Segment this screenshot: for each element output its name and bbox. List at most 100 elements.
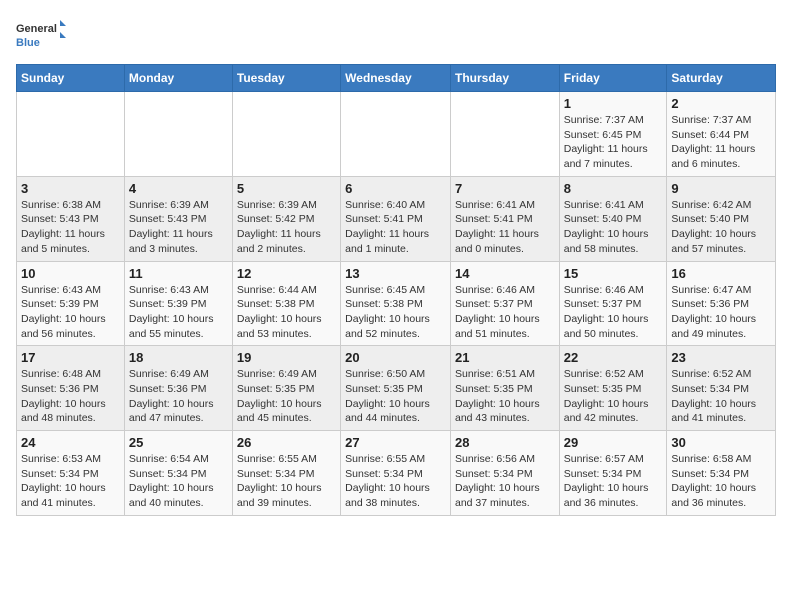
day-info: Sunrise: 6:48 AM Sunset: 5:36 PM Dayligh… [21, 367, 120, 426]
day-number: 26 [237, 435, 336, 450]
day-number: 23 [671, 350, 771, 365]
day-number: 11 [129, 266, 228, 281]
day-header-tuesday: Tuesday [232, 65, 340, 92]
calendar-cell [450, 92, 559, 177]
day-number: 28 [455, 435, 555, 450]
calendar-cell: 5 Sunrise: 6:39 AM Sunset: 5:42 PM Daylig… [232, 176, 340, 261]
day-info: Sunrise: 6:46 AM Sunset: 5:37 PM Dayligh… [564, 283, 663, 342]
day-number: 12 [237, 266, 336, 281]
day-number: 3 [21, 181, 120, 196]
calendar-cell [341, 92, 451, 177]
day-header-thursday: Thursday [450, 65, 559, 92]
calendar-cell: 29 Sunrise: 6:57 AM Sunset: 5:34 PM Dayli… [559, 431, 667, 516]
day-number: 1 [564, 96, 663, 111]
day-info: Sunrise: 6:45 AM Sunset: 5:38 PM Dayligh… [345, 283, 446, 342]
day-number: 8 [564, 181, 663, 196]
day-info: Sunrise: 6:55 AM Sunset: 5:34 PM Dayligh… [237, 452, 336, 511]
calendar-cell: 20 Sunrise: 6:50 AM Sunset: 5:35 PM Dayli… [341, 346, 451, 431]
day-number: 13 [345, 266, 446, 281]
day-info: Sunrise: 6:55 AM Sunset: 5:34 PM Dayligh… [345, 452, 446, 511]
calendar-cell: 14Sunrise: 6:46 AM Sunset: 5:37 PM Dayli… [450, 261, 559, 346]
calendar-cell: 6 Sunrise: 6:40 AM Sunset: 5:41 PM Daylig… [341, 176, 451, 261]
day-header-wednesday: Wednesday [341, 65, 451, 92]
calendar-cell: 21Sunrise: 6:51 AM Sunset: 5:35 PM Dayli… [450, 346, 559, 431]
day-info: Sunrise: 6:47 AM Sunset: 5:36 PM Dayligh… [671, 283, 771, 342]
day-number: 19 [237, 350, 336, 365]
week-row-5: 24 Sunrise: 6:53 AM Sunset: 5:34 PM Dayli… [17, 431, 776, 516]
calendar-cell: 4Sunrise: 6:39 AM Sunset: 5:43 PM Daylig… [124, 176, 232, 261]
day-info: Sunrise: 6:39 AM Sunset: 5:42 PM Dayligh… [237, 198, 336, 257]
day-number: 18 [129, 350, 228, 365]
day-number: 14 [455, 266, 555, 281]
svg-text:Blue: Blue [16, 37, 40, 49]
calendar-cell: 19 Sunrise: 6:49 AM Sunset: 5:35 PM Dayli… [232, 346, 340, 431]
day-number: 5 [237, 181, 336, 196]
calendar-cell: 24 Sunrise: 6:53 AM Sunset: 5:34 PM Dayli… [17, 431, 125, 516]
page-header: General Blue [16, 16, 776, 56]
day-info: Sunrise: 6:41 AM Sunset: 5:41 PM Dayligh… [455, 198, 555, 257]
calendar-cell: 10Sunrise: 6:43 AM Sunset: 5:39 PM Dayli… [17, 261, 125, 346]
week-row-3: 10Sunrise: 6:43 AM Sunset: 5:39 PM Dayli… [17, 261, 776, 346]
day-number: 29 [564, 435, 663, 450]
day-header-monday: Monday [124, 65, 232, 92]
week-row-1: 1 Sunrise: 7:37 AM Sunset: 6:45 PM Daylig… [17, 92, 776, 177]
calendar-table: SundayMondayTuesdayWednesdayThursdayFrid… [16, 64, 776, 516]
day-number: 7 [455, 181, 555, 196]
day-number: 24 [21, 435, 120, 450]
calendar-cell: 22 Sunrise: 6:52 AM Sunset: 5:35 PM Dayli… [559, 346, 667, 431]
calendar-cell: 12 Sunrise: 6:44 AM Sunset: 5:38 PM Dayli… [232, 261, 340, 346]
day-info: Sunrise: 6:54 AM Sunset: 5:34 PM Dayligh… [129, 452, 228, 511]
day-header-friday: Friday [559, 65, 667, 92]
day-info: Sunrise: 6:52 AM Sunset: 5:34 PM Dayligh… [671, 367, 771, 426]
calendar-cell: 11Sunrise: 6:43 AM Sunset: 5:39 PM Dayli… [124, 261, 232, 346]
day-number: 9 [671, 181, 771, 196]
calendar-cell: 8Sunrise: 6:41 AM Sunset: 5:40 PM Daylig… [559, 176, 667, 261]
day-number: 2 [671, 96, 771, 111]
day-number: 6 [345, 181, 446, 196]
day-info: Sunrise: 6:49 AM Sunset: 5:36 PM Dayligh… [129, 367, 228, 426]
day-header-sunday: Sunday [17, 65, 125, 92]
day-header-saturday: Saturday [667, 65, 776, 92]
day-info: Sunrise: 6:57 AM Sunset: 5:34 PM Dayligh… [564, 452, 663, 511]
day-number: 17 [21, 350, 120, 365]
day-info: Sunrise: 6:44 AM Sunset: 5:38 PM Dayligh… [237, 283, 336, 342]
calendar-cell: 28 Sunrise: 6:56 AM Sunset: 5:34 PM Dayli… [450, 431, 559, 516]
day-info: Sunrise: 6:43 AM Sunset: 5:39 PM Dayligh… [21, 283, 120, 342]
day-info: Sunrise: 7:37 AM Sunset: 6:45 PM Dayligh… [564, 113, 663, 172]
day-number: 16 [671, 266, 771, 281]
day-number: 27 [345, 435, 446, 450]
day-number: 20 [345, 350, 446, 365]
calendar-cell: 9 Sunrise: 6:42 AM Sunset: 5:40 PM Daylig… [667, 176, 776, 261]
day-number: 22 [564, 350, 663, 365]
calendar-cell: 26 Sunrise: 6:55 AM Sunset: 5:34 PM Dayli… [232, 431, 340, 516]
svg-text:General: General [16, 23, 57, 35]
calendar-cell: 18 Sunrise: 6:49 AM Sunset: 5:36 PM Dayli… [124, 346, 232, 431]
week-row-4: 17 Sunrise: 6:48 AM Sunset: 5:36 PM Dayli… [17, 346, 776, 431]
calendar-cell [17, 92, 125, 177]
calendar-cell: 2Sunrise: 7:37 AM Sunset: 6:44 PM Daylig… [667, 92, 776, 177]
day-info: Sunrise: 6:42 AM Sunset: 5:40 PM Dayligh… [671, 198, 771, 257]
day-number: 15 [564, 266, 663, 281]
calendar-cell: 23 Sunrise: 6:52 AM Sunset: 5:34 PM Dayli… [667, 346, 776, 431]
logo: General Blue [16, 16, 66, 56]
day-number: 25 [129, 435, 228, 450]
logo-svg: General Blue [16, 16, 66, 56]
day-info: Sunrise: 6:52 AM Sunset: 5:35 PM Dayligh… [564, 367, 663, 426]
day-info: Sunrise: 6:40 AM Sunset: 5:41 PM Dayligh… [345, 198, 446, 257]
calendar-cell [232, 92, 340, 177]
day-info: Sunrise: 6:56 AM Sunset: 5:34 PM Dayligh… [455, 452, 555, 511]
calendar-cell: 16 Sunrise: 6:47 AM Sunset: 5:36 PM Dayli… [667, 261, 776, 346]
calendar-cell: 27 Sunrise: 6:55 AM Sunset: 5:34 PM Dayli… [341, 431, 451, 516]
calendar-cell: 13 Sunrise: 6:45 AM Sunset: 5:38 PM Dayli… [341, 261, 451, 346]
calendar-cell [124, 92, 232, 177]
day-info: Sunrise: 6:49 AM Sunset: 5:35 PM Dayligh… [237, 367, 336, 426]
calendar-cell: 15 Sunrise: 6:46 AM Sunset: 5:37 PM Dayli… [559, 261, 667, 346]
day-info: Sunrise: 6:50 AM Sunset: 5:35 PM Dayligh… [345, 367, 446, 426]
day-info: Sunrise: 6:53 AM Sunset: 5:34 PM Dayligh… [21, 452, 120, 511]
calendar-cell: 17 Sunrise: 6:48 AM Sunset: 5:36 PM Dayli… [17, 346, 125, 431]
day-info: Sunrise: 6:58 AM Sunset: 5:34 PM Dayligh… [671, 452, 771, 511]
day-info: Sunrise: 6:39 AM Sunset: 5:43 PM Dayligh… [129, 198, 228, 257]
day-info: Sunrise: 6:51 AM Sunset: 5:35 PM Dayligh… [455, 367, 555, 426]
calendar-cell: 3 Sunrise: 6:38 AM Sunset: 5:43 PM Daylig… [17, 176, 125, 261]
day-info: Sunrise: 6:38 AM Sunset: 5:43 PM Dayligh… [21, 198, 120, 257]
